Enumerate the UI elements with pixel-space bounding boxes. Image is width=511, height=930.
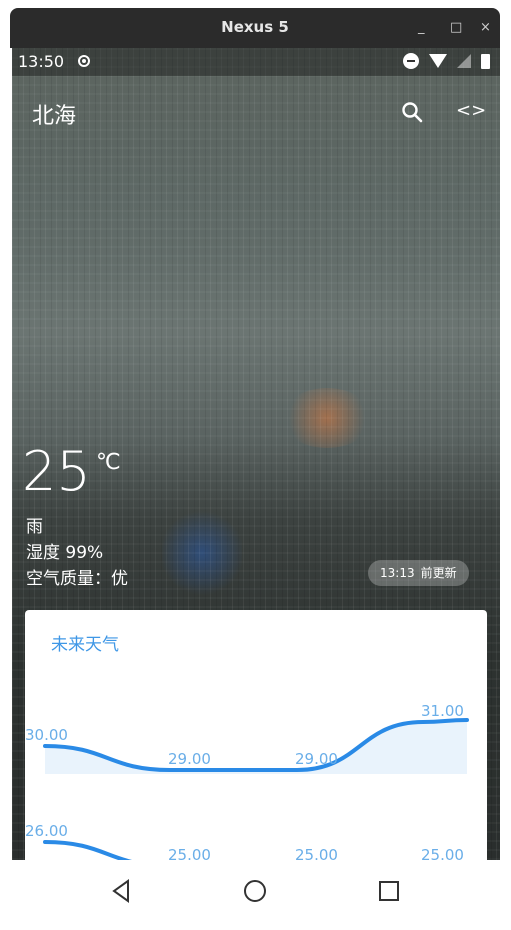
- data-label: 30.00: [25, 726, 68, 744]
- emulator-frame: Nexus 5 _ □ × 13:50 北海 <> 25 ℃ 雨 湿度 99% …: [0, 0, 511, 930]
- data-label: 25.00: [421, 846, 464, 860]
- status-bar: 13:50: [12, 48, 500, 76]
- series-line: [43, 840, 133, 860]
- status-time: 13:50: [18, 52, 65, 71]
- forecast-card: 30.00 29.00 29.00 31.00 26.00 25.00 25.00 25.00…: [25, 610, 487, 860]
- forecast-title: 未来天气: [51, 635, 119, 655]
- search-icon[interactable]: [400, 100, 424, 124]
- battery-icon: [481, 53, 490, 69]
- record-icon: [78, 55, 90, 67]
- update-time-pill: 13:13 前更新: [368, 560, 469, 586]
- close-button[interactable]: ×: [480, 20, 491, 35]
- data-label: 25.00: [295, 846, 338, 860]
- update-suffix: 前更新: [420, 566, 457, 580]
- current-temperature: 25: [22, 440, 91, 503]
- home-icon[interactable]: [240, 876, 270, 906]
- maximize-button[interactable]: □: [450, 20, 462, 35]
- recents-icon[interactable]: [374, 876, 404, 906]
- wifi-icon: [429, 54, 447, 68]
- emulator-title-bar: Nexus 5 _ □ ×: [10, 8, 500, 48]
- weather-condition: 雨: [26, 517, 43, 537]
- phone-screen: 13:50 北海 <> 25 ℃ 雨 湿度 99% 空气质量：优 13:13 前…: [12, 48, 500, 860]
- series-area: [45, 720, 467, 774]
- data-label: 31.00: [421, 702, 464, 720]
- do-not-disturb-icon: [403, 53, 419, 69]
- data-label: 29.00: [295, 750, 338, 768]
- temperature-unit: ℃: [96, 450, 121, 475]
- air-quality: 空气质量：优: [26, 569, 128, 589]
- status-icons: [403, 53, 490, 69]
- cellular-icon: [457, 54, 471, 68]
- back-icon[interactable]: [108, 876, 138, 906]
- emulator-title: Nexus 5: [221, 18, 289, 36]
- data-label: 25.00: [168, 846, 211, 860]
- app-bar: 北海 <>: [12, 88, 500, 138]
- code-icon[interactable]: <>: [456, 100, 486, 124]
- city-name: 北海: [32, 104, 77, 129]
- navigation-bar: [0, 860, 511, 930]
- humidity: 湿度 99%: [26, 543, 104, 563]
- data-label: 29.00: [168, 750, 211, 768]
- update-time: 13:13: [380, 566, 415, 580]
- minimize-button[interactable]: _: [418, 20, 425, 35]
- data-label: 26.00: [25, 822, 68, 840]
